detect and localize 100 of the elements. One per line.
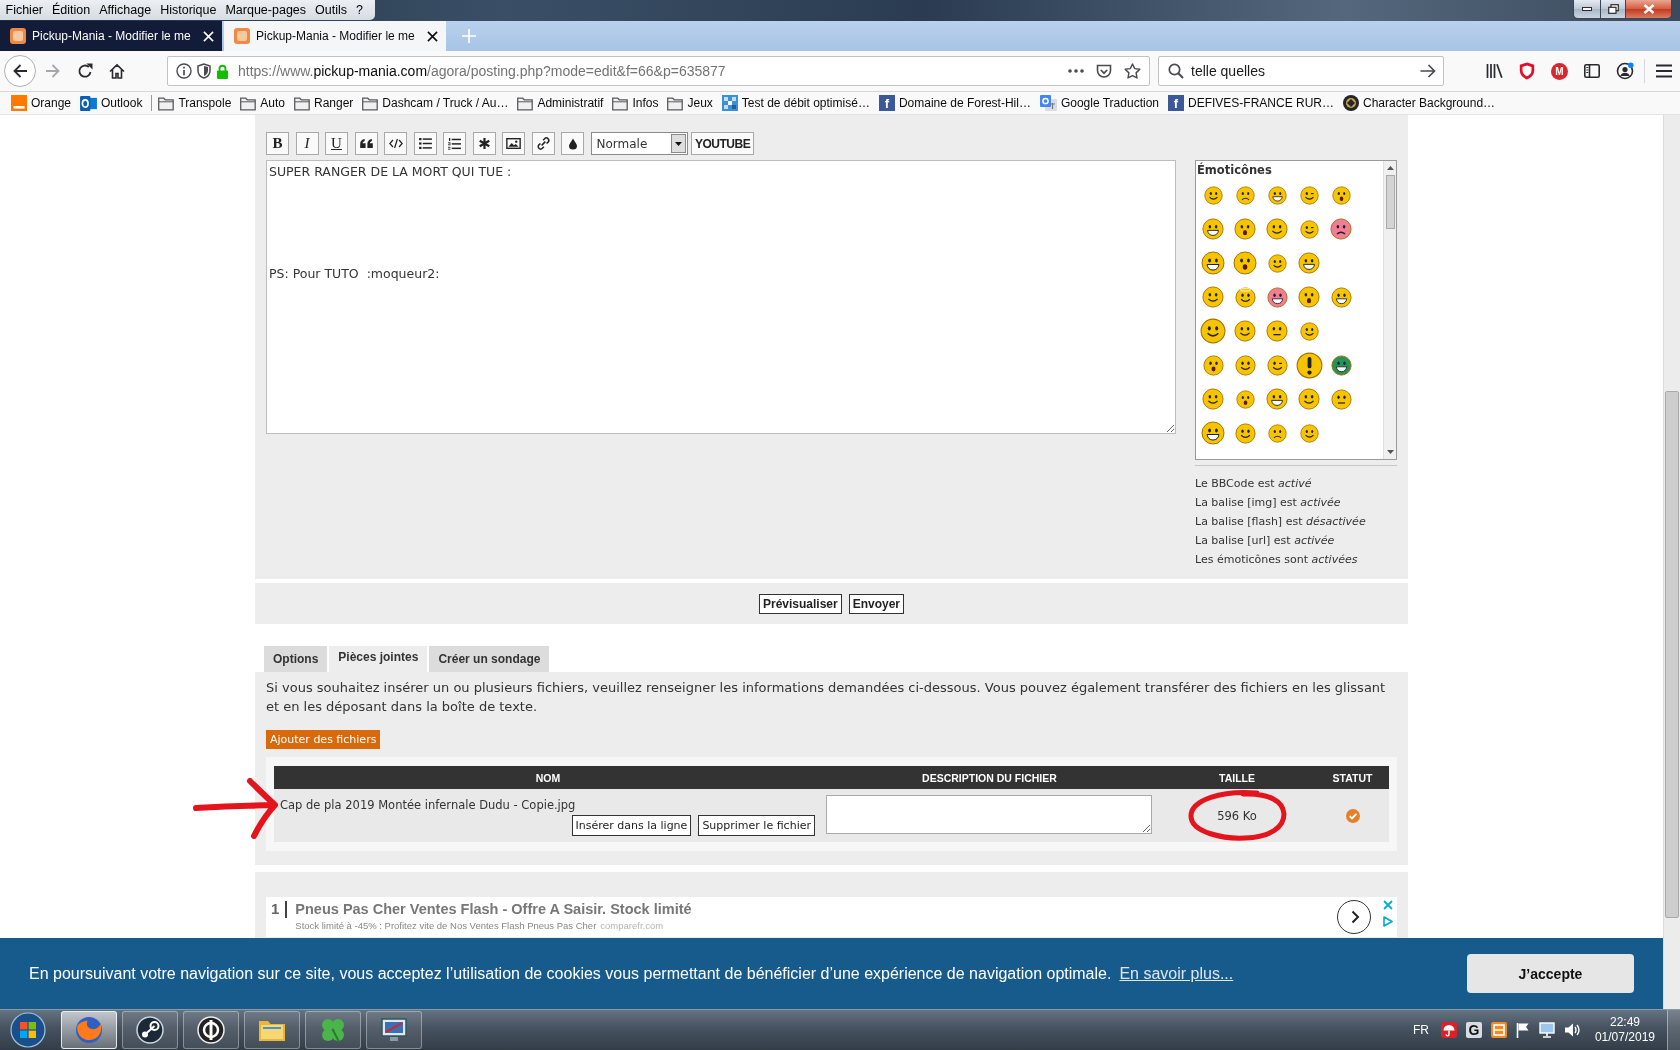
scroll-down-icon[interactable] [1386, 450, 1394, 454]
grinning-face-icon[interactable] [1330, 286, 1352, 308]
bookmark-item[interactable]: Transpole [158, 95, 232, 111]
asterisk-button[interactable] [472, 132, 496, 155]
winking-face-icon[interactable] [1266, 354, 1288, 376]
menu-item[interactable]: Historique [155, 1, 221, 19]
network-icon[interactable] [1538, 1022, 1555, 1038]
menu-item[interactable]: Édition [47, 1, 95, 19]
description-field[interactable] [826, 795, 1152, 834]
reload-icon[interactable] [77, 63, 93, 79]
smiley-icon[interactable] [1202, 388, 1224, 410]
numbered-list-button[interactable] [443, 132, 466, 155]
smiley-icon[interactable] [1234, 320, 1256, 342]
library-icon[interactable] [1486, 63, 1503, 79]
accept-button[interactable]: J’accepte [1467, 954, 1634, 993]
bookmark-item[interactable]: Infos [612, 95, 659, 111]
insert-button[interactable]: Insérer dans la ligne [571, 815, 692, 836]
tab[interactable]: Options [264, 646, 328, 672]
menu-item[interactable]: Affichage [94, 1, 156, 19]
smiley-icon[interactable] [1298, 388, 1320, 410]
smiley-icon[interactable] [1266, 218, 1288, 240]
bookmark-item[interactable]: Jeux [667, 95, 713, 111]
sad-face-icon[interactable] [1267, 423, 1287, 443]
scroll-up-icon[interactable] [1386, 166, 1394, 170]
grinning-face-icon[interactable] [1267, 185, 1287, 205]
menu-item[interactable]: Marque-pages [220, 1, 311, 19]
smiley-icon[interactable] [1299, 423, 1319, 443]
surprised-face-icon[interactable] [1234, 218, 1256, 240]
link-button[interactable] [531, 132, 555, 155]
surprised-face-icon[interactable] [1298, 286, 1320, 308]
preview-button[interactable]: Prévisualiser [758, 593, 842, 614]
list-button[interactable] [413, 132, 437, 155]
bookmark-item[interactable]: Orange [11, 95, 72, 111]
menu-item[interactable]: ? [351, 1, 368, 19]
letter-badge-icon[interactable]: M [1551, 62, 1568, 80]
pocket-icon[interactable] [1096, 63, 1112, 79]
bookmark-item[interactable]: Test de débit optimisé… [721, 95, 870, 111]
smiley-icon[interactable] [1203, 185, 1223, 205]
tab[interactable]: Pièces jointes [329, 646, 428, 672]
bookmark-item[interactable]: Dashcam / Truck / Au… [362, 95, 509, 111]
bookmark-item[interactable]: Character Background… [1343, 95, 1496, 111]
sad-face-icon[interactable] [1330, 218, 1352, 240]
minimize-button[interactable] [1573, 0, 1600, 19]
shield-icon[interactable] [1519, 62, 1535, 80]
bold-button[interactable]: B [266, 132, 289, 155]
menu-icon[interactable] [1656, 64, 1672, 78]
triangle-icon[interactable] [1383, 916, 1393, 927]
surprised-face-icon[interactable] [1202, 354, 1224, 376]
scrollbar-thumb[interactable] [1665, 391, 1679, 918]
bookmark-item[interactable]: Auto [240, 95, 285, 111]
surprised-face-icon[interactable] [1233, 251, 1257, 275]
back-button[interactable] [4, 55, 36, 87]
tab[interactable]: Créer un sondage [429, 646, 550, 672]
bookmark-item[interactable]: Ranger [294, 95, 354, 111]
bookmark-item[interactable]: f DEFIVES-FRANCE RUR… [1168, 95, 1334, 111]
menu-item[interactable]: Fichier [1, 1, 48, 19]
smiley-icon[interactable] [1200, 318, 1226, 344]
learn-more-link[interactable]: En savoir plus... [1119, 964, 1234, 983]
grinning-face-icon[interactable] [1330, 354, 1352, 376]
grinning-face-icon[interactable] [1266, 286, 1288, 308]
bookmark-item[interactable]: f Domaine de Forest-Hil… [878, 95, 1031, 111]
code-button[interactable] [384, 132, 407, 155]
smiley-icon[interactable] [1234, 354, 1256, 376]
next-button[interactable] [1337, 900, 1371, 934]
sidebar-icon[interactable] [1584, 64, 1600, 78]
taskbar-button[interactable] [244, 1011, 300, 1049]
grinning-face-icon[interactable] [1201, 251, 1225, 275]
sad-face-icon[interactable] [1235, 185, 1255, 205]
box-icon[interactable] [1490, 1022, 1507, 1038]
go-arrow-icon[interactable] [1420, 64, 1436, 78]
grinning-face-icon[interactable] [1298, 252, 1320, 274]
halo-face-icon[interactable] [1234, 286, 1256, 308]
neutral-face-icon[interactable] [1330, 388, 1352, 410]
send-button[interactable]: Envoyer [848, 593, 905, 614]
close-icon[interactable] [427, 30, 438, 42]
search-field[interactable]: telle quelles [1158, 56, 1444, 86]
flag-icon[interactable] [1515, 1022, 1530, 1038]
format-dropdown[interactable]: Normale [590, 132, 688, 155]
url-field[interactable]: https://www.pickup-mania.com/agora/posting.php?mode=edit&f=66&p=635877 [167, 56, 1150, 86]
bookmark-item[interactable]: Outlook [80, 95, 143, 111]
language-indicator[interactable]: FR [1412, 1023, 1429, 1037]
smiley-icon[interactable] [1299, 321, 1319, 341]
more-icon[interactable] [1068, 69, 1084, 73]
restore-button[interactable] [1600, 0, 1626, 19]
grinning-face-icon[interactable] [1202, 218, 1224, 240]
home-icon[interactable] [109, 63, 125, 79]
surprised-face-icon[interactable] [1331, 185, 1351, 205]
account-icon[interactable] [1616, 62, 1634, 80]
italic-button[interactable]: I [295, 132, 319, 155]
show-desktop-button[interactable] [1667, 1010, 1680, 1050]
underline-button[interactable]: U [325, 132, 348, 155]
browser-tab[interactable]: Pickup-Mania - Modifier le me [0, 21, 222, 51]
delete-button[interactable]: Supprimer le fichier [698, 815, 815, 836]
ad-title[interactable]: Pneus Pas Cher Ventes Flash - Offre A Saisir. Stock limité [295, 899, 692, 919]
taskbar-button[interactable] [122, 1011, 178, 1049]
drop-button[interactable] [561, 132, 584, 155]
star-icon[interactable] [1124, 63, 1141, 79]
browser-tab[interactable]: Pickup-Mania - Modifier le me [224, 21, 446, 51]
image-button[interactable] [502, 132, 525, 155]
video-button[interactable]: YOUTUBE [691, 132, 755, 155]
